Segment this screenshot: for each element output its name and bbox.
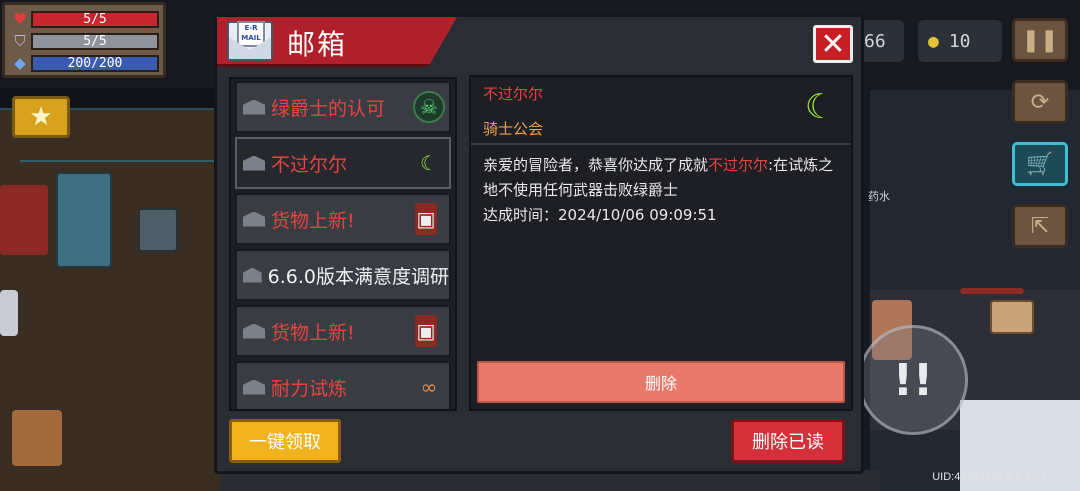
- energy-value: 200/200: [67, 55, 123, 71]
- refresh-button[interactable]: ⟳: [1012, 80, 1068, 124]
- exit-button[interactable]: ⇱: [1012, 204, 1068, 248]
- mail-item-survey[interactable]: 6.6.0版本满意度调研: [235, 249, 451, 301]
- green-moon-icon: ☾: [804, 87, 836, 127]
- gem-counter: 66: [860, 20, 904, 62]
- exclamation-icon: !!: [892, 354, 934, 406]
- mail-body-prefix: 亲爱的冒险者，恭喜你达成了成就: [483, 156, 709, 174]
- mailbox-panel: E-R MAIL 邮箱 ✕ 绿爵士的认可 ☠ 不过尔尔 ☾ 货物上新! ▣ 6.6…: [214, 14, 864, 474]
- knight-character-sprite: [0, 185, 48, 255]
- delete-mail-button[interactable]: 删除: [477, 361, 845, 403]
- shield-icon: ⛉: [14, 32, 26, 50]
- interact-button[interactable]: !!: [858, 325, 968, 435]
- envelope-icon: [243, 155, 265, 171]
- floor-marking: [20, 160, 220, 162]
- mail-list[interactable]: 绿爵士的认可 ☠ 不过尔尔 ☾ 货物上新! ▣ 6.6.0版本满意度调研 货物上…: [229, 77, 457, 411]
- mail-item-title: 不过尔尔: [271, 153, 348, 176]
- green-moon-icon: ☾: [420, 151, 438, 175]
- armor-bar: 5/5: [31, 32, 159, 50]
- mail-body: 亲爱的冒险者，恭喜你达成了成就不过尔尔:在试炼之地不使用任何武器击败绿爵士 达成…: [471, 145, 851, 236]
- star-icon: ★: [29, 102, 53, 132]
- energy-bar: 200/200: [31, 54, 159, 72]
- coin-icon: ●: [928, 30, 939, 52]
- coin-count: 10: [948, 30, 971, 52]
- claim-all-button[interactable]: 一键领取: [229, 419, 341, 463]
- chest-sprite: [138, 208, 178, 252]
- health-bar: 5/5: [31, 10, 159, 28]
- envelope-icon: [243, 323, 265, 339]
- mail-item-endurance-trial[interactable]: 耐力试炼 ∞: [235, 361, 451, 409]
- pet-bear-sprite: [12, 410, 62, 466]
- weapon-on-floor-sprite: [960, 288, 1024, 294]
- cart-icon: 🛒: [1026, 151, 1054, 177]
- armor-value: 5/5: [83, 33, 107, 49]
- merchant-icon: ▣: [415, 315, 437, 347]
- star-badge-button[interactable]: ★: [12, 96, 70, 138]
- mail-item-title: 耐力试炼: [271, 377, 348, 400]
- mail-item-title: 货物上新!: [271, 321, 355, 344]
- energy-gem-icon: ◆: [14, 54, 26, 72]
- wall-painting-sprite: [990, 300, 1034, 334]
- envelope-icon: [243, 99, 265, 115]
- player-stats-panel: ♥ 5/5 ⛉ 5/5 ◆ 200/200: [2, 2, 166, 78]
- gem-count: 66: [864, 30, 886, 52]
- goggles-icon: ∞: [420, 375, 438, 399]
- mailbox-title: 邮箱: [287, 28, 348, 61]
- mail-body-achievement: 不过尔尔: [708, 156, 769, 174]
- shop-button[interactable]: 🛒: [1012, 142, 1068, 186]
- envelope-letter: E-R MAIL: [237, 21, 265, 47]
- mail-item-new-goods-1[interactable]: 货物上新! ▣: [235, 193, 451, 245]
- mail-item-title: 绿爵士的认可: [271, 97, 386, 120]
- envelope-icon: [243, 211, 265, 227]
- mail-item-bu-guo-er-er[interactable]: 不过尔尔 ☾: [235, 137, 451, 189]
- mailbox-envelope-icon: E-R MAIL: [227, 21, 273, 61]
- mail-item-green-knight[interactable]: 绿爵士的认可 ☠: [235, 81, 451, 133]
- pause-icon: ❚❚: [1021, 27, 1059, 53]
- health-row: ♥ 5/5: [9, 8, 159, 30]
- mail-sender: 骑士公会: [483, 120, 544, 138]
- merchant-icon: ▣: [415, 203, 437, 235]
- mail-item-title: 6.6.0版本满意度调研: [267, 265, 449, 288]
- heart-icon: ♥: [13, 10, 27, 28]
- pause-button[interactable]: ❚❚: [1012, 18, 1068, 62]
- mail-subject: 不过尔尔: [483, 85, 544, 103]
- mail-detail-header: 不过尔尔 骑士公会 ☾: [471, 77, 851, 145]
- health-value: 5/5: [83, 11, 107, 27]
- energy-row: ◆ 200/200: [9, 52, 159, 74]
- delete-read-button[interactable]: 删除已读: [731, 419, 845, 463]
- mail-achieved-time: 达成时间：2024/10/06 09:09:51: [483, 206, 717, 224]
- envelope-icon: [243, 267, 262, 283]
- envelope-icon: [243, 379, 265, 395]
- coin-counter: ● 10: [918, 20, 1002, 62]
- mail-item-title: 货物上新!: [271, 209, 355, 232]
- close-button[interactable]: ✕: [813, 25, 853, 63]
- rabbit-sprite: [0, 290, 18, 336]
- refresh-icon: ⟳: [1030, 89, 1050, 115]
- uid-version-text: UID:42763792 6.6.1.22: [932, 471, 1046, 483]
- mail-item-new-goods-2[interactable]: 货物上新! ▣: [235, 305, 451, 357]
- potion-label: 药水: [868, 190, 890, 203]
- exit-door-icon: ⇱: [1030, 213, 1050, 239]
- mail-detail-pane: 不过尔尔 骑士公会 ☾ 亲爱的冒险者，恭喜你达成了成就不过尔尔:在试炼之地不使用…: [469, 75, 853, 411]
- green-knight-icon: ☠: [413, 91, 445, 123]
- armor-row: ⛉ 5/5: [9, 30, 159, 52]
- close-icon: ✕: [820, 26, 846, 62]
- vending-machine-sprite: [56, 172, 112, 268]
